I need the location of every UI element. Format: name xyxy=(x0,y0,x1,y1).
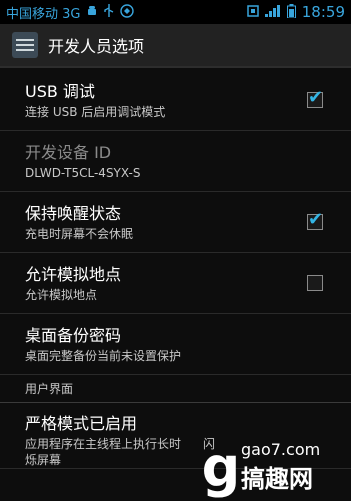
carrier-label: 中国移动 3G xyxy=(6,6,81,22)
item-summary: 允许模拟地点 xyxy=(25,287,98,302)
item-summary: 充电时屏幕不会休眠 xyxy=(25,226,134,241)
list-item-backup-password[interactable]: 桌面备份密码 桌面完整备份当前未设置保护 xyxy=(0,314,351,375)
watermark: g gao7.com 搞趣网 xyxy=(201,433,351,501)
clock: 18:59 xyxy=(301,3,345,21)
screenshot-icon xyxy=(247,4,259,20)
section-header-user-interface: 用户界面 xyxy=(0,375,351,403)
item-title: USB 调试 xyxy=(25,81,95,101)
item-summary: DLWD-T5CL-4SYX-S xyxy=(25,165,141,180)
action-bar: 开发人员选项 xyxy=(0,24,351,68)
signal-icon xyxy=(264,4,281,20)
page-title: 开发人员选项 xyxy=(48,37,145,56)
item-summary: 桌面完整备份当前未设置保护 xyxy=(25,348,182,363)
item-title: 桌面备份密码 xyxy=(25,325,122,345)
item-title: 允许模拟地点 xyxy=(25,264,122,284)
mock-locations-checkbox[interactable] xyxy=(307,275,323,291)
usb-debugging-checkbox[interactable] xyxy=(307,87,323,108)
settings-list: USB 调试 连接 USB 后启用调试模式 开发设备 ID DLWD-T5CL-… xyxy=(0,70,351,469)
list-item-mock-locations[interactable]: 允许模拟地点 允许模拟地点 xyxy=(0,253,351,314)
item-summary: 连接 USB 后启用调试模式 xyxy=(25,104,166,119)
watermark-logo: g xyxy=(201,435,241,499)
status-bar: 中国移动 3G 18:59 xyxy=(0,0,351,24)
list-item-device-id: 开发设备 ID DLWD-T5CL-4SYX-S xyxy=(0,131,351,192)
android-debug-icon xyxy=(86,5,98,20)
usb-icon xyxy=(104,4,114,20)
list-item-usb-debugging[interactable]: USB 调试 连接 USB 后启用调试模式 xyxy=(0,70,351,131)
sync-icon xyxy=(120,3,135,21)
summary-line-1: 应用程序在主线程上执行长时 xyxy=(25,437,182,451)
battery-icon xyxy=(286,3,296,21)
watermark-url: gao7.com xyxy=(241,440,321,459)
watermark-brand: 搞趣网 xyxy=(241,465,313,493)
item-title: 保持唤醒状态 xyxy=(25,203,122,223)
item-title: 严格模式已启用 xyxy=(25,414,138,433)
settings-sliders-icon[interactable] xyxy=(12,32,38,58)
summary-line-2: 烁屏幕 xyxy=(25,453,62,467)
list-item-stay-awake[interactable]: 保持唤醒状态 充电时屏幕不会休眠 xyxy=(0,192,351,253)
item-title: 开发设备 ID xyxy=(25,142,112,162)
stay-awake-checkbox[interactable] xyxy=(307,209,323,230)
